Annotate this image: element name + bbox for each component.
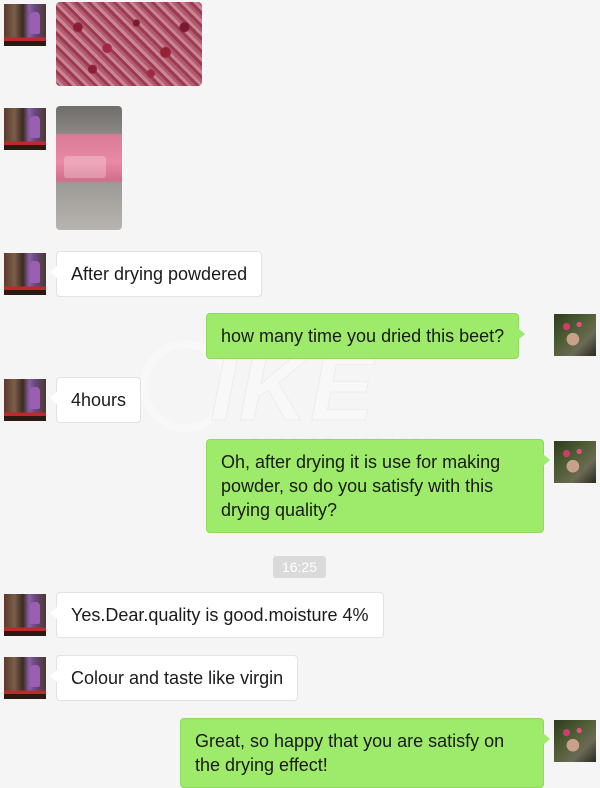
message-bubble[interactable]: After drying powdered <box>49 251 263 297</box>
dried-beet-image[interactable] <box>56 2 202 86</box>
message-bubble[interactable]: Colour and taste like virgin <box>49 655 299 701</box>
message-timestamp: 16:25 <box>273 556 326 578</box>
my-avatar[interactable] <box>554 720 596 762</box>
my-avatar[interactable] <box>554 441 596 483</box>
contact-avatar[interactable] <box>4 594 46 636</box>
contact-avatar[interactable] <box>4 108 46 150</box>
message-bubble[interactable]: Great, so happy that you are satisfy on … <box>180 718 550 788</box>
contact-avatar[interactable] <box>4 253 46 295</box>
contact-avatar[interactable] <box>4 379 46 421</box>
contact-avatar[interactable] <box>4 4 46 46</box>
message-bubble[interactable]: Oh, after drying it is use for making po… <box>206 439 550 533</box>
beet-powder-image[interactable] <box>56 106 122 230</box>
message-bubble[interactable]: 4hours <box>49 377 142 423</box>
my-avatar[interactable] <box>554 314 596 356</box>
message-bubble[interactable]: Yes.Dear.quality is good.moisture 4% <box>50 592 384 638</box>
message-bubble[interactable]: how many time you dried this beet? <box>206 313 526 359</box>
contact-avatar[interactable] <box>4 657 46 699</box>
